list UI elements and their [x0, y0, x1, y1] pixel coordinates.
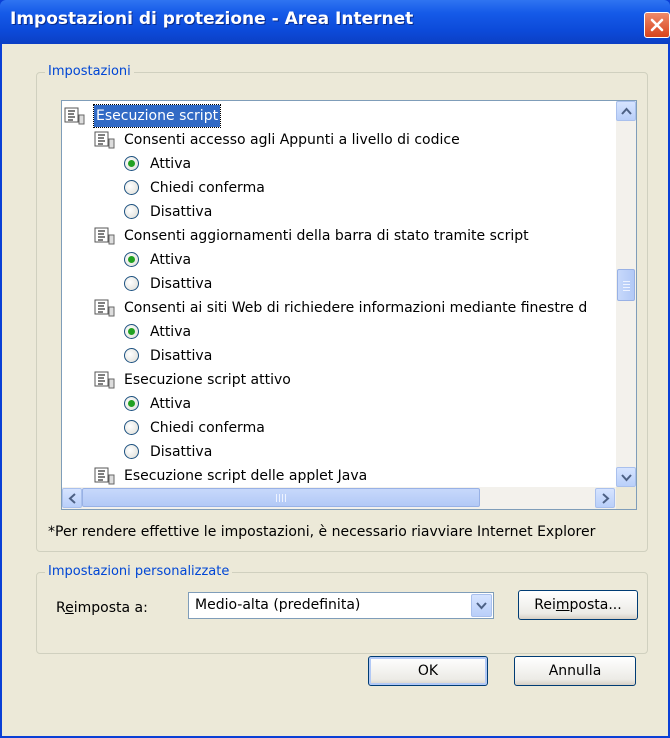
radio-button[interactable] [124, 396, 139, 411]
scroll-right-button[interactable] [595, 488, 615, 508]
radio-label: Attiva [150, 156, 192, 172]
script-settings-icon [94, 467, 115, 485]
setting-label: Esecuzione script delle applet Java [124, 468, 368, 484]
chevron-up-icon [621, 107, 632, 115]
radio-button[interactable] [124, 276, 139, 291]
custom-group-label: Impostazioni personalizzate [45, 564, 233, 579]
radio-button[interactable] [124, 324, 139, 339]
script-settings-icon [64, 107, 85, 125]
setting-label: Consenti accesso agli Appunti a livello … [124, 132, 460, 148]
horizontal-scrollbar[interactable] [62, 487, 616, 509]
restart-note: *Per rendere effettive le impostazioni, … [48, 524, 596, 540]
chevron-right-icon [602, 493, 610, 504]
security-level-select[interactable]: Medio-alta (predefinita) [188, 592, 494, 619]
scroll-up-button[interactable] [616, 101, 636, 121]
vertical-scroll-thumb[interactable] [617, 269, 635, 301]
ok-button[interactable]: OK [368, 656, 488, 686]
scroll-down-button[interactable] [616, 467, 636, 487]
radio-label: Chiedi conferma [150, 420, 265, 436]
radio-label: Attiva [150, 252, 192, 268]
cancel-button[interactable]: Annulla [514, 656, 636, 686]
script-settings-icon [94, 227, 115, 245]
radio-button[interactable] [124, 348, 139, 363]
scroll-left-button[interactable] [62, 488, 82, 508]
close-icon [650, 18, 664, 32]
chevron-down-icon [476, 602, 487, 610]
setting-label: Esecuzione script attivo [124, 372, 291, 388]
settings-tree[interactable]: Esecuzione script Consenti accesso agli … [61, 100, 637, 510]
window-title: Impostazioni di protezione - Area Intern… [10, 9, 414, 29]
dialog-body: Impostazioni Esecuzione script Consenti … [2, 44, 668, 736]
radio-button[interactable] [124, 444, 139, 459]
horizontal-scroll-thumb[interactable] [82, 488, 480, 507]
radio-button[interactable] [124, 180, 139, 195]
radio-button[interactable] [124, 156, 139, 171]
dropdown-button[interactable] [471, 594, 492, 617]
title-bar[interactable]: Impostazioni di protezione - Area Intern… [0, 0, 670, 44]
radio-button[interactable] [124, 252, 139, 267]
radio-label: Disattiva [150, 444, 213, 460]
radio-label: Chiedi conferma [150, 180, 265, 196]
dialog-window: Impostazioni di protezione - Area Intern… [0, 0, 670, 738]
close-button[interactable] [644, 12, 670, 38]
settings-list: Esecuzione script Consenti accesso agli … [62, 101, 616, 487]
radio-label: Disattiva [150, 276, 213, 292]
chevron-left-icon [68, 493, 76, 504]
script-settings-icon [94, 371, 115, 389]
reset-to-label: Reimposta a: [56, 600, 148, 616]
radio-label: Disattiva [150, 348, 213, 364]
radio-button[interactable] [124, 204, 139, 219]
vertical-scrollbar[interactable] [616, 101, 636, 487]
script-settings-icon [94, 299, 115, 317]
setting-label: Consenti aggiornamenti della barra di st… [124, 228, 529, 244]
category-label: Esecuzione script [92, 104, 222, 128]
radio-button[interactable] [124, 420, 139, 435]
radio-label: Attiva [150, 396, 192, 412]
select-value: Medio-alta (predefinita) [195, 597, 361, 613]
radio-label: Disattiva [150, 204, 213, 220]
chevron-down-icon [621, 474, 632, 482]
setting-label: Consenti ai siti Web di richiedere infor… [124, 300, 588, 316]
reset-button[interactable]: Reimposta... [518, 590, 638, 620]
scrollbar-corner [616, 487, 636, 509]
script-settings-icon [94, 131, 115, 149]
radio-label: Attiva [150, 324, 192, 340]
settings-group-label: Impostazioni [45, 64, 134, 79]
